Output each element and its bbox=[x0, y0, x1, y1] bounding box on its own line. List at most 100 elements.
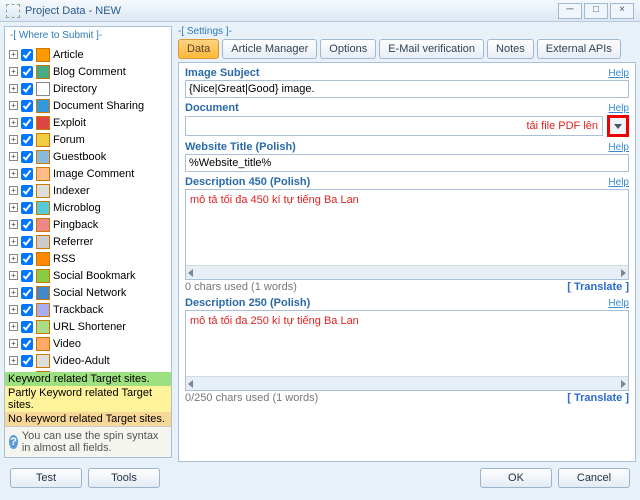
tab-article-manager[interactable]: Article Manager bbox=[222, 39, 317, 59]
category-icon bbox=[36, 286, 50, 300]
expand-icon[interactable]: + bbox=[9, 322, 18, 331]
ok-button[interactable]: OK bbox=[480, 468, 552, 488]
desc250-label: Description 250 (Polish) bbox=[185, 297, 310, 309]
tree-label: Forum bbox=[53, 134, 85, 146]
tree-checkbox[interactable] bbox=[21, 151, 33, 163]
expand-icon[interactable]: + bbox=[9, 50, 18, 59]
tree-item[interactable]: +Document Sharing bbox=[9, 97, 167, 114]
content-area: -[ Settings ]- DataArticle ManagerOption… bbox=[172, 22, 640, 462]
expand-icon[interactable]: + bbox=[9, 237, 18, 246]
scroll-left-icon bbox=[188, 380, 193, 388]
tree-item[interactable]: +Indexer bbox=[9, 182, 167, 199]
scrollbar[interactable] bbox=[186, 376, 628, 390]
help-link[interactable]: Help bbox=[608, 68, 629, 79]
tree-checkbox[interactable] bbox=[21, 355, 33, 367]
expand-icon[interactable]: + bbox=[9, 220, 18, 229]
desc250-textarea[interactable]: mô tả tối đa 250 kí tự tiếng Ba Lan bbox=[186, 311, 628, 373]
tree-checkbox[interactable] bbox=[21, 202, 33, 214]
tree-label: Microblog bbox=[53, 202, 101, 214]
expand-icon[interactable]: + bbox=[9, 186, 18, 195]
tree-item[interactable]: +URL Shortener bbox=[9, 318, 167, 335]
document-dropdown-button[interactable] bbox=[607, 115, 629, 137]
tools-button[interactable]: Tools bbox=[88, 468, 160, 488]
expand-icon[interactable]: + bbox=[9, 288, 18, 297]
website-title-input[interactable] bbox=[185, 154, 629, 172]
help-link[interactable]: Help bbox=[608, 298, 629, 309]
tab-external-apis[interactable]: External APIs bbox=[537, 39, 621, 59]
tree-item[interactable]: +Pingback bbox=[9, 216, 167, 233]
tree-checkbox[interactable] bbox=[21, 287, 33, 299]
help-link[interactable]: Help bbox=[608, 142, 629, 153]
tree-checkbox[interactable] bbox=[21, 66, 33, 78]
expand-icon[interactable]: + bbox=[9, 118, 18, 127]
scrollbar[interactable] bbox=[186, 265, 628, 279]
tree-checkbox[interactable] bbox=[21, 134, 33, 146]
tree-item[interactable]: +Image Comment bbox=[9, 165, 167, 182]
category-icon bbox=[36, 150, 50, 164]
tree-item[interactable]: +Video-Adult bbox=[9, 352, 167, 369]
expand-icon[interactable]: + bbox=[9, 339, 18, 348]
expand-icon[interactable]: + bbox=[9, 67, 18, 76]
tree-item[interactable]: +Social Network bbox=[9, 284, 167, 301]
expand-icon[interactable]: + bbox=[9, 135, 18, 144]
tree-checkbox[interactable] bbox=[21, 304, 33, 316]
tree-checkbox[interactable] bbox=[21, 100, 33, 112]
tree-checkbox[interactable] bbox=[21, 338, 33, 350]
tree-item[interactable]: +Guestbook bbox=[9, 148, 167, 165]
translate-link[interactable]: [ Translate ] bbox=[567, 281, 629, 293]
test-button[interactable]: Test bbox=[10, 468, 82, 488]
category-icon bbox=[36, 303, 50, 317]
desc450-textarea[interactable]: mô tả tối đa 450 kí tự tiếng Ba Lan bbox=[186, 190, 628, 262]
help-link[interactable]: Help bbox=[608, 177, 629, 188]
tree-checkbox[interactable] bbox=[21, 236, 33, 248]
tab-notes[interactable]: Notes bbox=[487, 39, 534, 59]
document-input[interactable]: tải file PDF lên bbox=[185, 116, 603, 136]
tree-checkbox[interactable] bbox=[21, 83, 33, 95]
tree-item[interactable]: +Exploit bbox=[9, 114, 167, 131]
expand-icon[interactable]: + bbox=[9, 101, 18, 110]
data-panel: Image SubjectHelp DocumentHelp tải file … bbox=[178, 62, 636, 462]
tree-item[interactable]: +Social Bookmark bbox=[9, 267, 167, 284]
tree-item[interactable]: +Blog Comment bbox=[9, 63, 167, 80]
tree-checkbox[interactable] bbox=[21, 270, 33, 282]
tree-item[interactable]: +RSS bbox=[9, 250, 167, 267]
category-icon bbox=[36, 337, 50, 351]
close-button[interactable]: × bbox=[610, 3, 634, 19]
tab-e-mail-verification[interactable]: E-Mail verification bbox=[379, 39, 484, 59]
cancel-button[interactable]: Cancel bbox=[558, 468, 630, 488]
tree-item[interactable]: +Trackback bbox=[9, 301, 167, 318]
expand-icon[interactable]: + bbox=[9, 152, 18, 161]
tab-options[interactable]: Options bbox=[320, 39, 376, 59]
expand-icon[interactable]: + bbox=[9, 271, 18, 280]
button-bar: Test Tools OK Cancel bbox=[0, 462, 640, 494]
expand-icon[interactable]: + bbox=[9, 169, 18, 178]
expand-icon[interactable]: + bbox=[9, 203, 18, 212]
tree-checkbox[interactable] bbox=[21, 168, 33, 180]
tree-item[interactable]: + Microblog bbox=[9, 199, 167, 216]
translate-link[interactable]: [ Translate ] bbox=[567, 392, 629, 404]
expand-icon[interactable]: + bbox=[9, 84, 18, 93]
tree-checkbox[interactable] bbox=[21, 321, 33, 333]
tree-item[interactable]: +Directory bbox=[9, 80, 167, 97]
tree-checkbox[interactable] bbox=[21, 49, 33, 61]
tree-item[interactable]: +Article bbox=[9, 46, 167, 63]
expand-icon[interactable]: + bbox=[9, 305, 18, 314]
legend-none: No keyword related Target sites. bbox=[5, 412, 171, 426]
tree-checkbox[interactable] bbox=[21, 185, 33, 197]
window-title: Project Data - NEW bbox=[25, 5, 558, 17]
tree-item[interactable]: +Referrer bbox=[9, 233, 167, 250]
tree-checkbox[interactable] bbox=[21, 253, 33, 265]
category-icon bbox=[36, 133, 50, 147]
tree-checkbox[interactable] bbox=[21, 219, 33, 231]
expand-icon[interactable]: + bbox=[9, 254, 18, 263]
expand-icon[interactable]: + bbox=[9, 356, 18, 365]
tree-checkbox[interactable] bbox=[21, 117, 33, 129]
image-subject-input[interactable] bbox=[185, 80, 629, 98]
tree-item[interactable]: +Video bbox=[9, 335, 167, 352]
tree-item[interactable]: + Forum bbox=[9, 131, 167, 148]
tab-data[interactable]: Data bbox=[178, 39, 219, 59]
desc450-counter: 0 chars used (1 words) bbox=[185, 281, 297, 293]
minimize-button[interactable]: ─ bbox=[558, 3, 582, 19]
help-link[interactable]: Help bbox=[608, 103, 629, 114]
maximize-button[interactable]: □ bbox=[584, 3, 608, 19]
